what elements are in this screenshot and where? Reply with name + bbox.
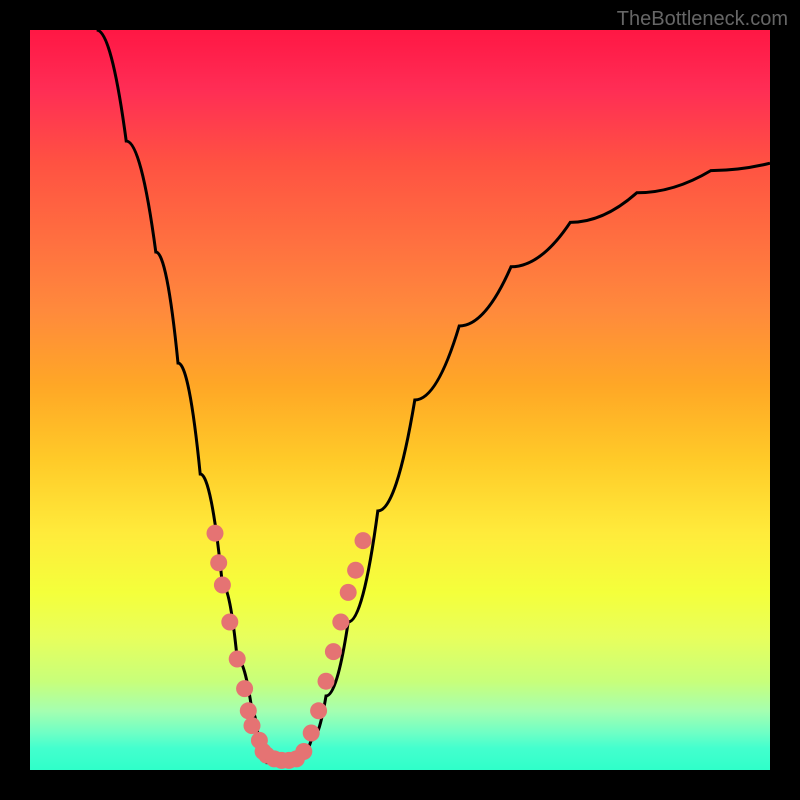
- data-marker: [207, 525, 224, 542]
- data-marker: [310, 702, 327, 719]
- marker-group: [207, 525, 372, 769]
- data-marker: [325, 643, 342, 660]
- data-marker: [303, 725, 320, 742]
- curve-group: [97, 30, 770, 763]
- data-marker: [236, 680, 253, 697]
- data-marker: [240, 702, 257, 719]
- data-marker: [244, 717, 261, 734]
- data-marker: [210, 554, 227, 571]
- data-marker: [229, 651, 246, 668]
- data-marker: [355, 532, 372, 549]
- data-marker: [340, 584, 357, 601]
- bottleneck-curve: [97, 30, 770, 763]
- data-marker: [295, 743, 312, 760]
- chart-svg: [30, 30, 770, 770]
- watermark-text: TheBottleneck.com: [617, 8, 788, 31]
- data-marker: [347, 562, 364, 579]
- data-marker: [214, 577, 231, 594]
- data-marker: [318, 673, 335, 690]
- data-marker: [221, 614, 238, 631]
- data-marker: [332, 614, 349, 631]
- chart-plot-area: [30, 30, 770, 770]
